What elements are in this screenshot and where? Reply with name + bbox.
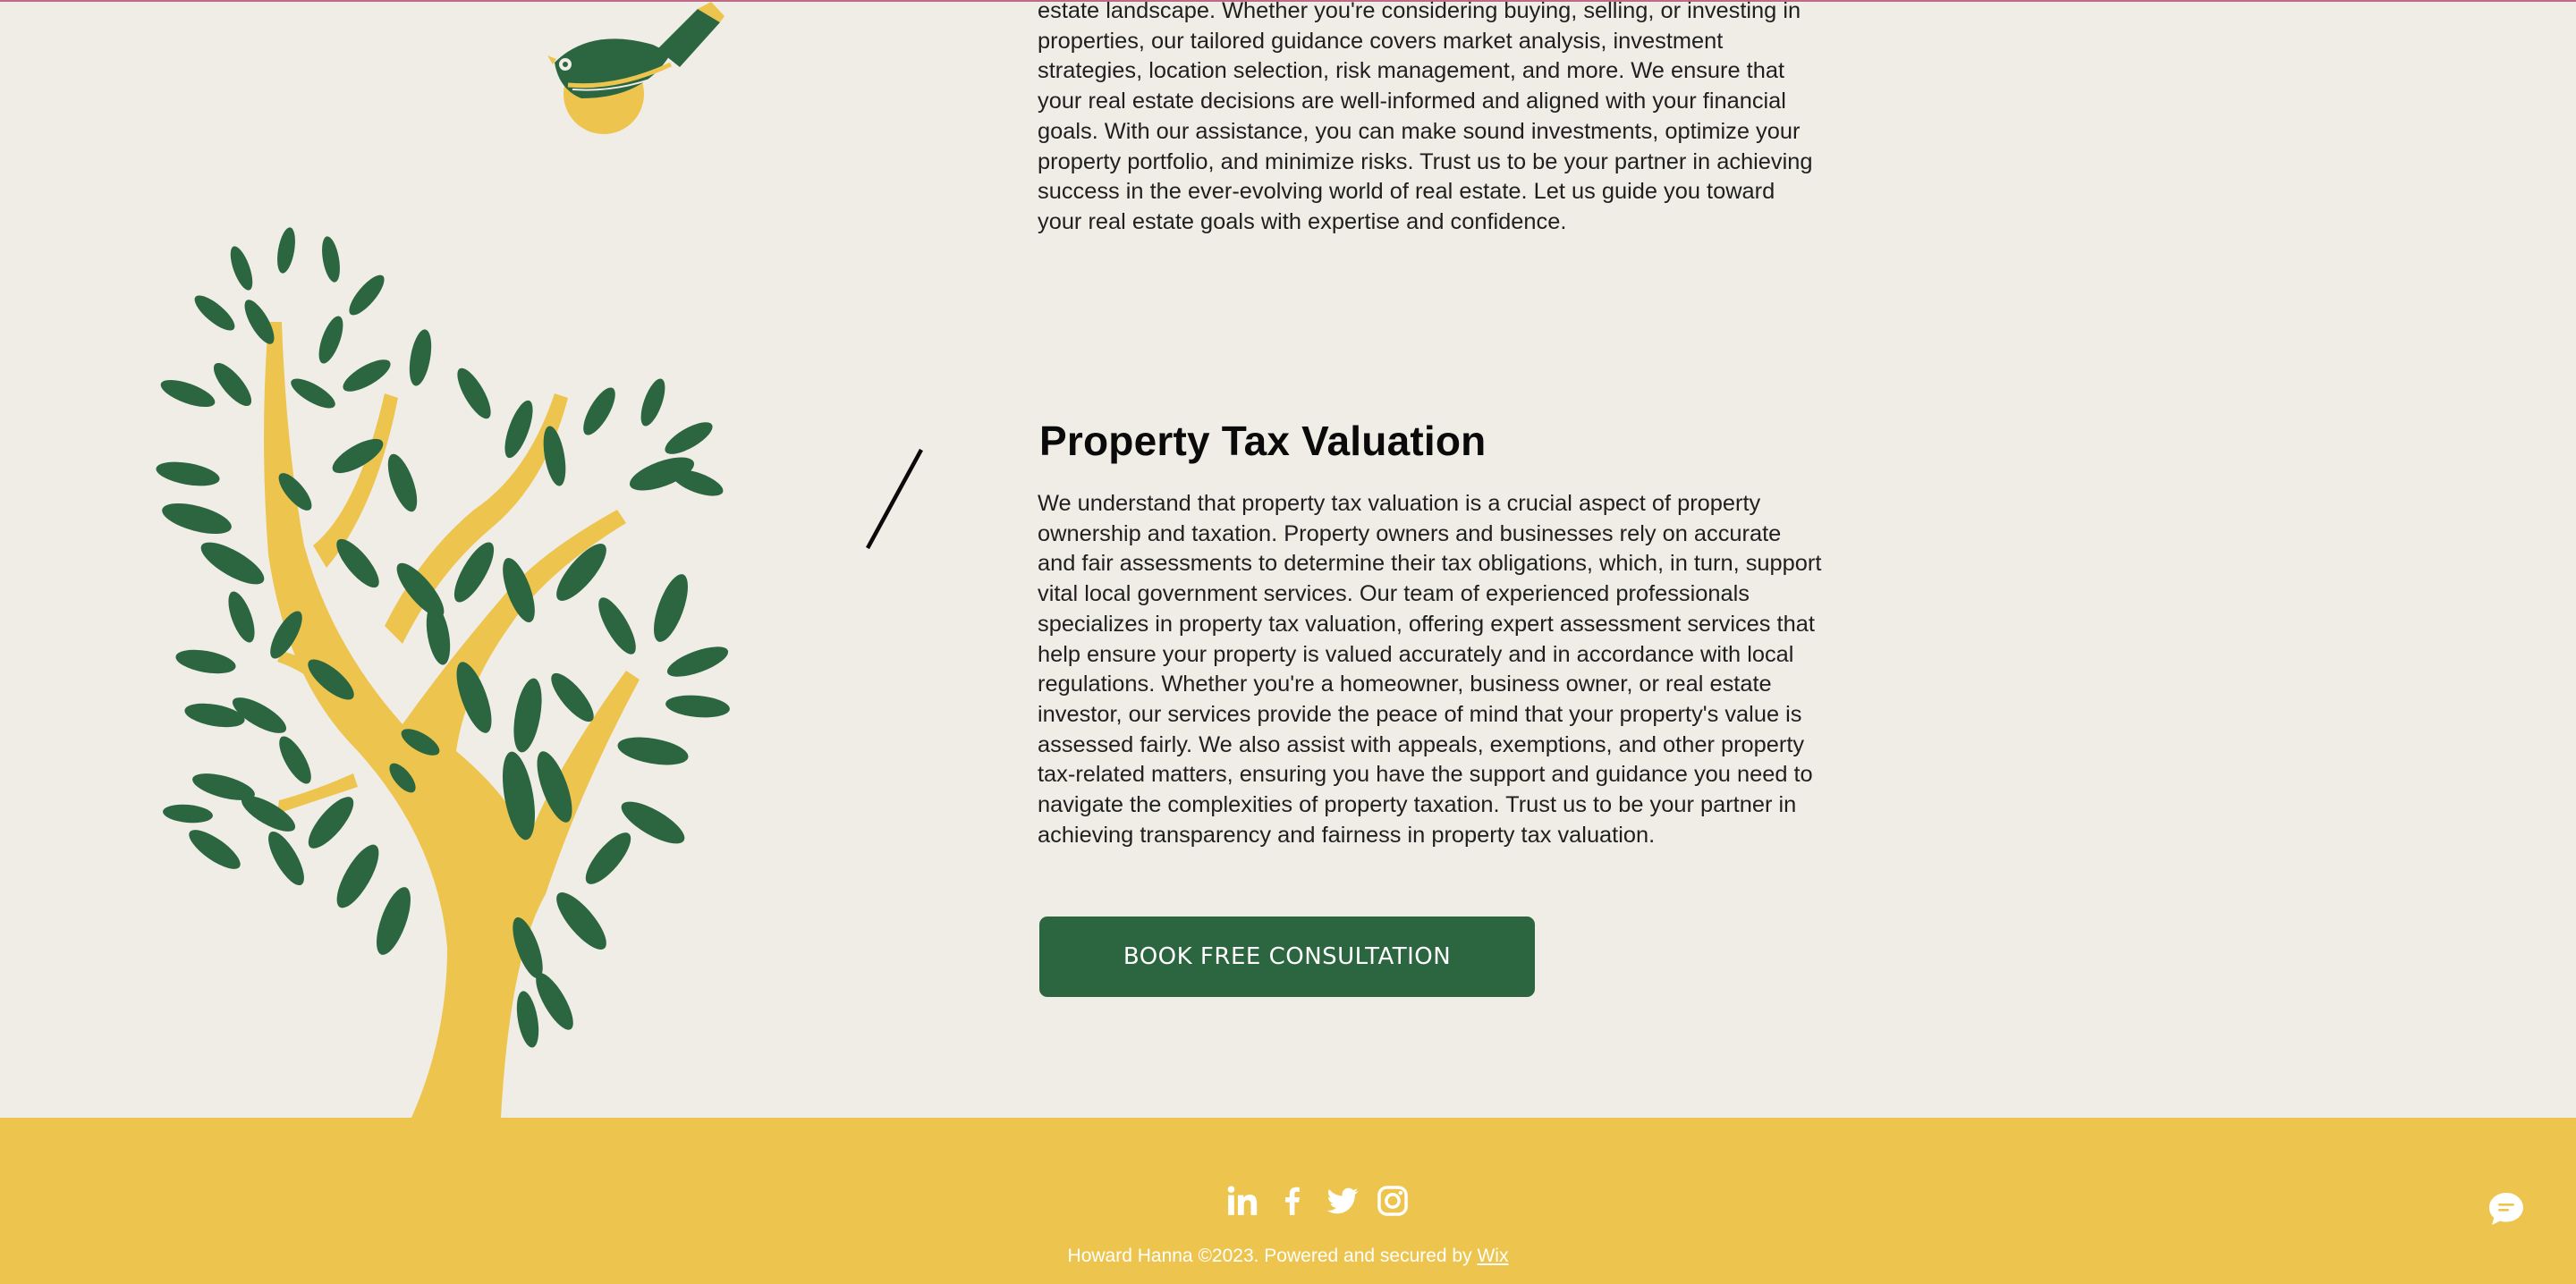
tax-text: We understand that property tax valuatio… — [1038, 489, 1825, 850]
tree-illustration — [156, 227, 730, 1118]
footer-copyright: Howard Hanna ©2023. Powered and secured … — [0, 1246, 2576, 1267]
book-consultation-button[interactable]: BOOK FREE CONSULTATION — [1039, 917, 1535, 997]
intro-text: estate landscape. Whether you're conside… — [1038, 0, 1825, 238]
facebook-icon[interactable] — [1275, 1184, 1309, 1218]
intro-paragraph: estate landscape. Whether you're conside… — [1038, 0, 1813, 234]
social-bar — [1225, 1182, 1410, 1220]
linkedin-icon[interactable] — [1225, 1184, 1259, 1218]
instagram-icon[interactable] — [1376, 1184, 1410, 1218]
bird-illustration — [547, 2, 724, 134]
tax-paragraph: We understand that property tax valuatio… — [1038, 491, 1822, 848]
copyright-text: Howard Hanna ©2023. Powered and secured … — [1067, 1246, 1478, 1266]
chat-bubble-icon — [2489, 1193, 2523, 1225]
decorative-slash — [866, 448, 923, 550]
section-title: Property Tax Valuation — [1039, 418, 1487, 464]
wix-link[interactable]: Wix — [1477, 1246, 1508, 1266]
twitter-icon[interactable] — [1326, 1184, 1360, 1218]
chat-button[interactable] — [2469, 1171, 2544, 1246]
